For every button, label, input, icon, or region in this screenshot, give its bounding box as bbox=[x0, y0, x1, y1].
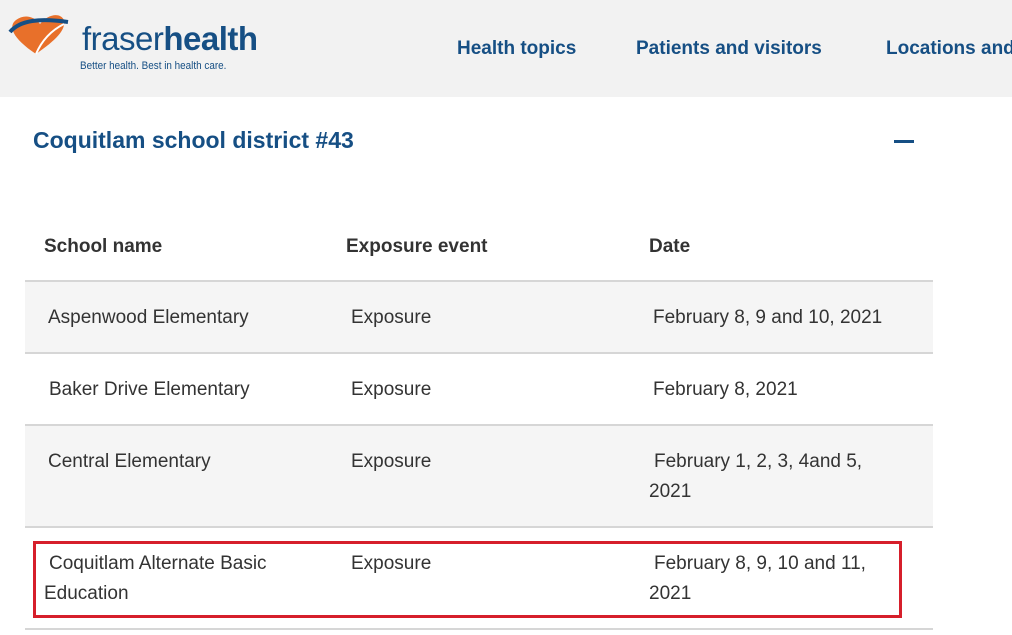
section-title: Coquitlam school district #43 bbox=[33, 127, 354, 153]
cell-date: February 8, 9, 10 and 11, 2021 bbox=[649, 553, 866, 604]
cell-school: Coquitlam Alternate Basic Education bbox=[44, 553, 267, 604]
cell-date: February 1, 2, 3, 4and 5, 2021 bbox=[649, 451, 863, 502]
header-exposure-event: Exposure event bbox=[346, 236, 488, 257]
cell-school: Aspenwood Elementary bbox=[48, 307, 249, 328]
nav-item-health-topics[interactable]: Health topics bbox=[457, 38, 576, 60]
table-header: School name Exposure event Date bbox=[25, 218, 933, 282]
site-header: fraserhealth Better health. Best in heal… bbox=[0, 0, 1012, 97]
cell-event: Exposure bbox=[351, 451, 432, 472]
table-row: Aspenwood Elementary Exposure February 8… bbox=[25, 282, 933, 354]
table-row: Coquitlam Alternate Basic Education Expo… bbox=[25, 528, 933, 630]
table-row: Baker Drive Elementary Exposure February… bbox=[25, 354, 933, 426]
cell-event: Exposure bbox=[351, 379, 432, 400]
nav-item-locations[interactable]: Locations and bbox=[886, 38, 1012, 60]
header-date: Date bbox=[649, 236, 691, 257]
header-school-name: School name bbox=[44, 236, 163, 257]
table-row: Central Elementary Exposure February 1, … bbox=[25, 426, 933, 528]
cell-event: Exposure bbox=[351, 307, 432, 328]
collapse-button[interactable] bbox=[890, 128, 918, 156]
main-nav: Health topics Patients and visitors Loca… bbox=[0, 38, 1012, 66]
minus-icon bbox=[894, 140, 914, 143]
cell-school: Central Elementary bbox=[48, 451, 211, 472]
cell-event: Exposure bbox=[351, 553, 432, 574]
exposure-table: School name Exposure event Date Aspenwoo… bbox=[25, 218, 933, 630]
cell-school: Baker Drive Elementary bbox=[49, 379, 250, 400]
cell-date: February 8, 2021 bbox=[653, 379, 798, 400]
nav-item-patients-and-visitors[interactable]: Patients and visitors bbox=[636, 38, 822, 60]
cell-date: February 8, 9 and 10, 2021 bbox=[653, 307, 883, 328]
